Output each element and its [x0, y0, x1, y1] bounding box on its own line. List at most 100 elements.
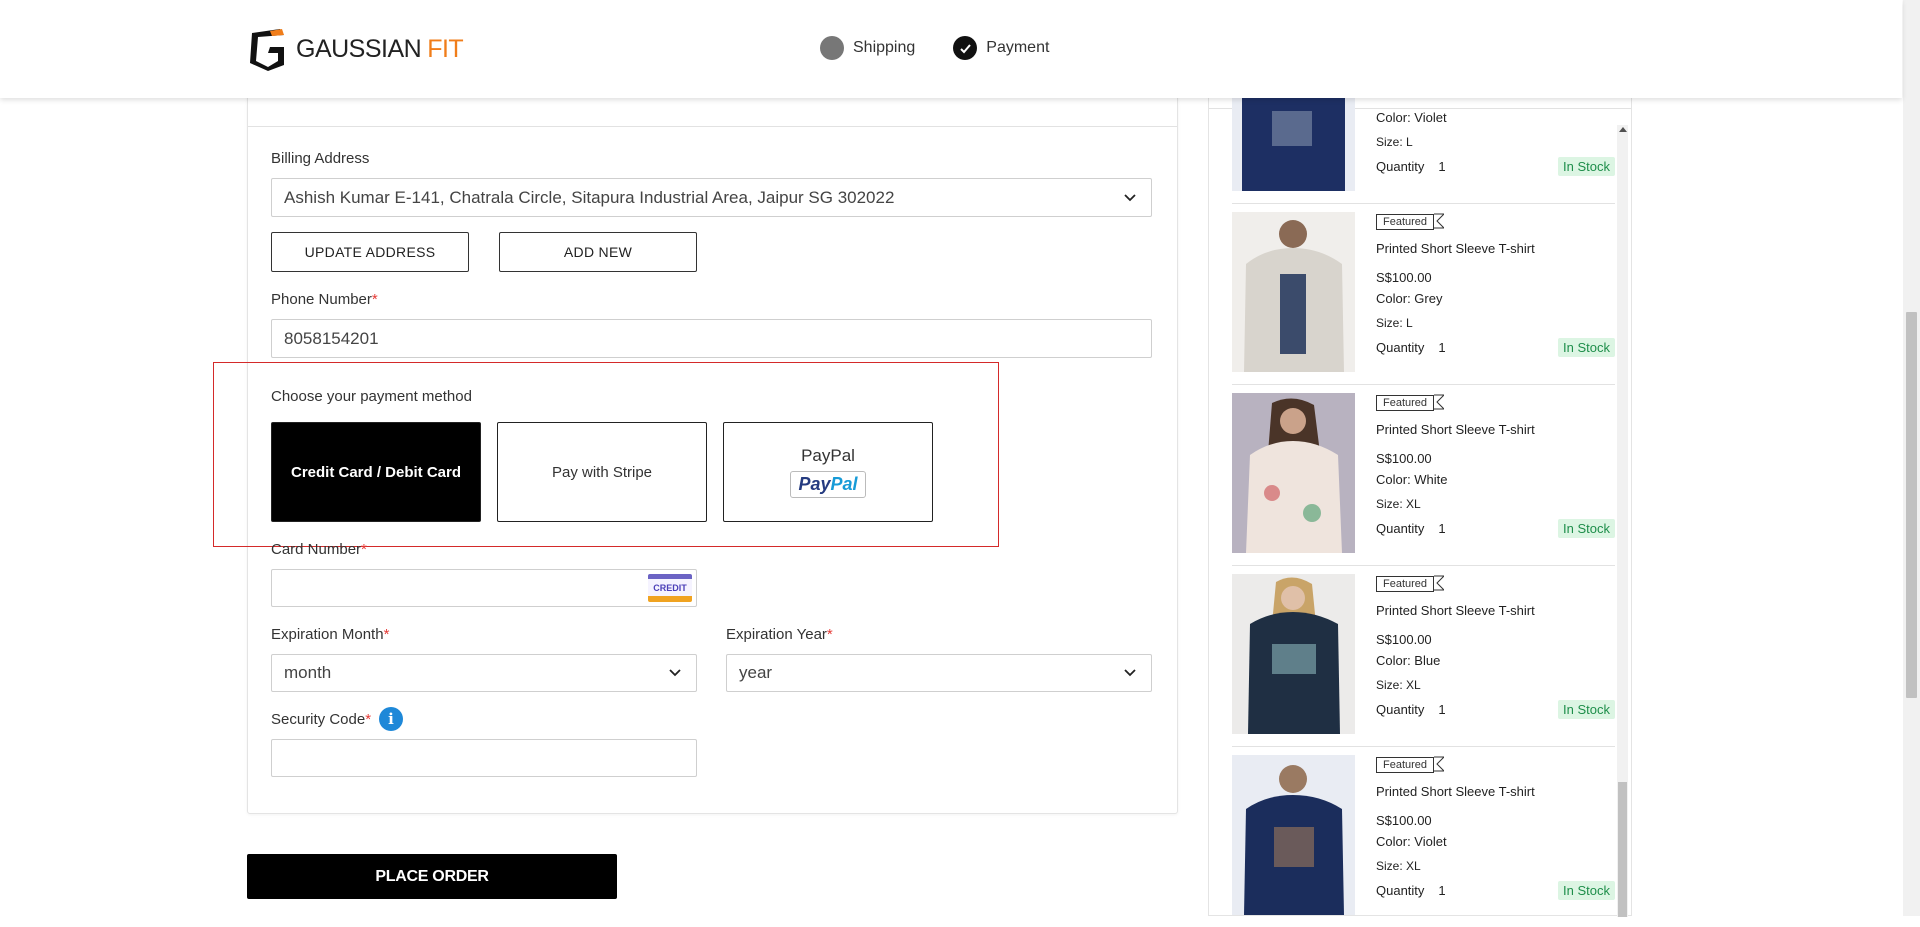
step-payment-label: Payment — [986, 39, 1050, 56]
featured-tag: Featured — [1376, 393, 1446, 411]
summary-scrollbar[interactable] — [1617, 125, 1628, 917]
item-price: S$100.00 — [1376, 451, 1432, 466]
step-shipping-label: Shipping — [853, 39, 916, 56]
item-price: S$100.00 — [1376, 813, 1432, 828]
product-image — [1232, 212, 1355, 372]
quantity-value: 1 — [1438, 883, 1446, 898]
product-image — [1232, 393, 1355, 553]
featured-tag: Featured — [1376, 755, 1446, 773]
chevron-down-icon — [1124, 193, 1136, 201]
update-address-button[interactable]: UPDATE ADDRESS — [271, 232, 469, 272]
phone-input[interactable]: 8058154201 — [271, 319, 1152, 358]
step-payment[interactable]: Payment — [953, 36, 1049, 60]
stock-badge: In Stock — [1558, 700, 1615, 719]
ribbon-icon — [1434, 213, 1446, 229]
featured-tag-label: Featured — [1376, 576, 1435, 592]
phone-label: Phone Number* — [271, 291, 378, 308]
required-marker: * — [361, 541, 367, 558]
card-number-label-text: Card Number — [271, 541, 362, 558]
card-number-input[interactable]: CREDIT — [271, 569, 697, 607]
ribbon-icon — [1434, 394, 1446, 410]
step-dot-icon — [820, 36, 844, 60]
scroll-up-icon[interactable] — [1619, 127, 1627, 132]
item-name[interactable]: Printed Short Sleeve T-shirt — [1376, 603, 1535, 618]
item-quantity: Quantity 1 — [1376, 159, 1446, 174]
quantity-value: 1 — [1438, 702, 1446, 717]
quantity-label: Quantity — [1376, 702, 1425, 717]
security-code-label: Security Code* — [271, 711, 371, 728]
quantity-label: Quantity — [1376, 521, 1425, 536]
chevron-down-icon — [1124, 669, 1136, 677]
quantity-value: 1 — [1438, 521, 1446, 536]
stock-badge: In Stock — [1558, 519, 1615, 538]
credit-card-icon: CREDIT — [648, 574, 692, 602]
expiration-month-label-text: Expiration Month — [271, 626, 384, 643]
summary-scrollbar-thumb[interactable] — [1618, 782, 1627, 917]
phone-value: 8058154201 — [284, 328, 379, 348]
chevron-down-icon — [669, 669, 681, 677]
featured-tag-label: Featured — [1376, 214, 1435, 230]
card-number-label: Card Number* — [271, 541, 367, 558]
credit-badge-text: CREDIT — [648, 579, 692, 596]
item-quantity: Quantity 1 — [1376, 340, 1446, 355]
highlight-annotation — [213, 362, 999, 547]
item-color: Color: Blue — [1376, 653, 1441, 668]
item-size: Size: XL — [1376, 497, 1421, 511]
item-quantity: Quantity 1 — [1376, 521, 1446, 536]
step-shipping[interactable]: Shipping — [820, 36, 915, 60]
brand-name-accent: FIT — [427, 34, 464, 63]
info-icon[interactable]: i — [379, 707, 403, 731]
item-name[interactable]: Printed Short Sleeve T-shirt — [1376, 784, 1535, 799]
quantity-label: Quantity — [1376, 340, 1425, 355]
featured-tag-label: Featured — [1376, 395, 1435, 411]
cart-item: Featured Printed Short Sleeve T-shirt S$… — [1232, 203, 1615, 385]
stock-badge: In Stock — [1558, 157, 1615, 176]
required-marker: * — [826, 626, 833, 643]
expiration-year-select[interactable]: year — [726, 654, 1152, 692]
item-size: Size: L — [1376, 316, 1413, 330]
checkmark-icon — [953, 36, 978, 60]
stock-badge: In Stock — [1558, 338, 1615, 357]
billing-address-select[interactable]: Ashish Kumar E-141, Chatrala Circle, Sit… — [271, 178, 1152, 217]
item-color: Color: White — [1376, 472, 1448, 487]
ribbon-icon — [1434, 756, 1446, 772]
required-marker: * — [383, 626, 390, 643]
item-name[interactable]: Printed Short Sleeve T-shirt — [1376, 422, 1535, 437]
add-new-address-button[interactable]: ADD NEW — [499, 232, 697, 272]
item-name[interactable]: Printed Short Sleeve T-shirt — [1376, 241, 1535, 256]
cart-item: Featured Printed Short Sleeve T-shirt S$… — [1232, 746, 1615, 927]
brand-logo[interactable]: GAUSSIAN FIT — [246, 27, 464, 71]
card-divider — [248, 126, 1177, 127]
page-scrollbar-thumb[interactable] — [1906, 312, 1917, 698]
brand-name-main: GAUSSIAN — [296, 34, 422, 63]
quantity-label: Quantity — [1376, 159, 1425, 174]
expiration-month-value: month — [284, 663, 332, 682]
security-code-label-text: Security Code — [271, 711, 366, 728]
item-size: Size: XL — [1376, 859, 1421, 873]
quantity-label: Quantity — [1376, 883, 1425, 898]
expiration-month-label: Expiration Month* — [271, 626, 389, 643]
product-image — [1232, 574, 1355, 734]
item-quantity: Quantity 1 — [1376, 883, 1446, 898]
billing-address-value: Ashish Kumar E-141, Chatrala Circle, Sit… — [284, 187, 895, 207]
billing-address-label: Billing Address — [271, 150, 370, 167]
item-price: S$100.00 — [1376, 632, 1432, 647]
item-quantity: Quantity 1 — [1376, 702, 1446, 717]
checkout-steps: Shipping Payment — [820, 36, 1087, 60]
product-image — [1232, 755, 1355, 915]
featured-tag-label: Featured — [1376, 757, 1435, 773]
featured-tag: Featured — [1376, 212, 1446, 230]
place-order-button[interactable]: PLACE ORDER — [247, 854, 617, 899]
quantity-value: 1 — [1438, 340, 1446, 355]
site-header: GAUSSIAN FIT Shipping Payment — [0, 0, 1902, 98]
item-price: S$100.00 — [1376, 270, 1432, 285]
item-size: Size: XL — [1376, 678, 1421, 692]
page-scrollbar[interactable] — [1903, 0, 1920, 916]
order-summary-panel: Color: Violet Size: L Quantity 1 In Stock… — [1208, 31, 1632, 917]
expiration-month-select[interactable]: month — [271, 654, 697, 692]
item-color: Color: Violet — [1376, 834, 1447, 849]
stock-badge: In Stock — [1558, 881, 1615, 900]
cart-item: Featured Printed Short Sleeve T-shirt S$… — [1232, 384, 1615, 566]
required-marker: * — [371, 291, 378, 308]
security-code-input[interactable] — [271, 739, 697, 777]
